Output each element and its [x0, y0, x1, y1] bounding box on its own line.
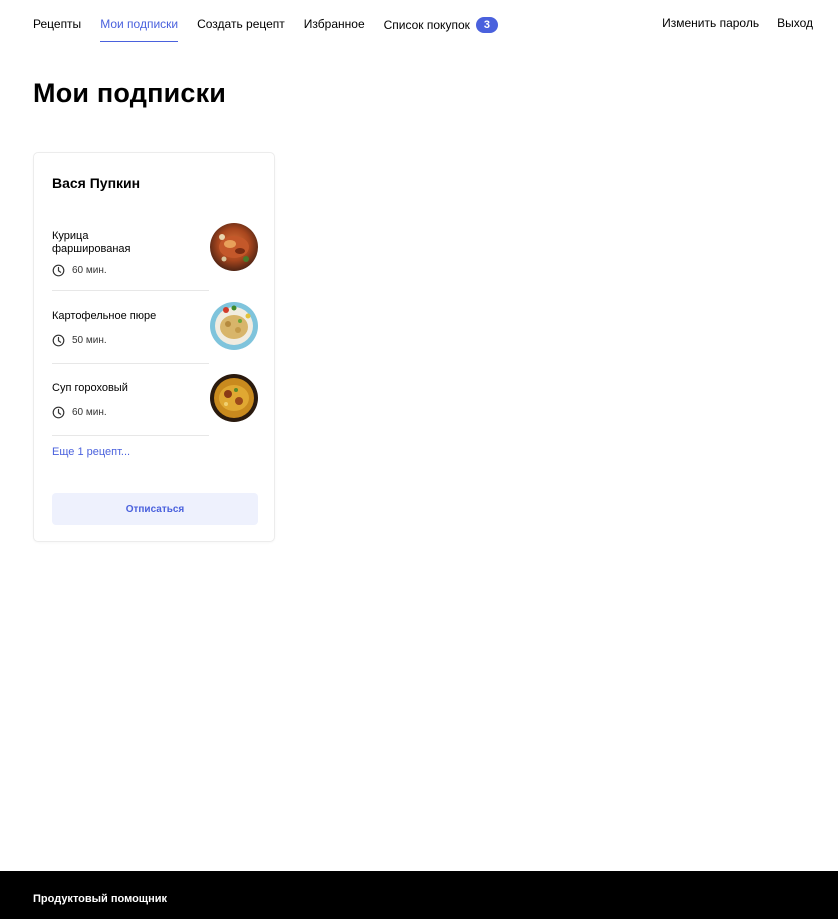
- recipe-time-value: 60 мин.: [72, 265, 107, 276]
- more-recipes-link[interactable]: Еще 1 рецепт...: [52, 446, 130, 458]
- recipe-image[interactable]: [210, 374, 258, 422]
- footer-brand: Продуктовый помощник: [33, 893, 167, 905]
- recipe-item[interactable]: Курица фаршированая 60 мин.: [52, 223, 258, 291]
- divider: [52, 290, 209, 291]
- clock-icon: [52, 406, 65, 419]
- nav-logout[interactable]: Выход: [777, 0, 813, 42]
- main-nav: Рецепты Мои подписки Создать рецепт Избр…: [33, 0, 517, 48]
- nav-change-password[interactable]: Изменить пароль: [662, 0, 759, 42]
- recipe-item[interactable]: Картофельное пюре 50 мин.: [52, 302, 258, 364]
- nav-create-recipe[interactable]: Создать рецепт: [197, 0, 285, 42]
- divider: [52, 435, 209, 436]
- nav-shopping-list[interactable]: Список покупок 3: [384, 0, 498, 42]
- recipe-time: 60 мин.: [52, 406, 107, 419]
- top-nav: Рецепты Мои подписки Создать рецепт Избр…: [0, 0, 838, 48]
- page-title: Мои подписки: [33, 78, 227, 108]
- page: Рецепты Мои подписки Создать рецепт Избр…: [0, 0, 838, 919]
- divider: [52, 363, 209, 364]
- nav-subscriptions[interactable]: Мои подписки: [100, 0, 178, 42]
- nav-favorites[interactable]: Избранное: [304, 0, 365, 42]
- shopping-list-count-badge: 3: [475, 17, 498, 33]
- recipe-time-value: 60 мин.: [72, 407, 107, 418]
- clock-icon: [52, 264, 65, 277]
- account-nav: Изменить пароль Выход: [644, 0, 813, 42]
- recipe-image[interactable]: [210, 223, 258, 271]
- unsubscribe-button[interactable]: Отписаться: [52, 493, 258, 525]
- recipe-name: Картофельное пюре: [52, 310, 157, 322]
- recipe-time-value: 50 мин.: [72, 335, 107, 346]
- recipe-time: 50 мин.: [52, 334, 107, 347]
- nav-shopping-list-label: Список покупок: [383, 18, 470, 32]
- recipe-name: Суп гороховый: [52, 382, 128, 394]
- author-name[interactable]: Вася Пупкин: [52, 175, 140, 191]
- nav-recipes[interactable]: Рецепты: [33, 0, 81, 42]
- subscription-card: Вася Пупкин Курица фаршированая 60 мин.: [33, 152, 275, 542]
- recipe-image[interactable]: [210, 302, 258, 350]
- recipe-item[interactable]: Суп гороховый 60 мин.: [52, 374, 258, 436]
- clock-icon: [52, 334, 65, 347]
- recipe-time: 60 мин.: [52, 264, 107, 277]
- footer: Продуктовый помощник: [0, 871, 838, 919]
- recipe-name: Курица фаршированая: [52, 230, 131, 255]
